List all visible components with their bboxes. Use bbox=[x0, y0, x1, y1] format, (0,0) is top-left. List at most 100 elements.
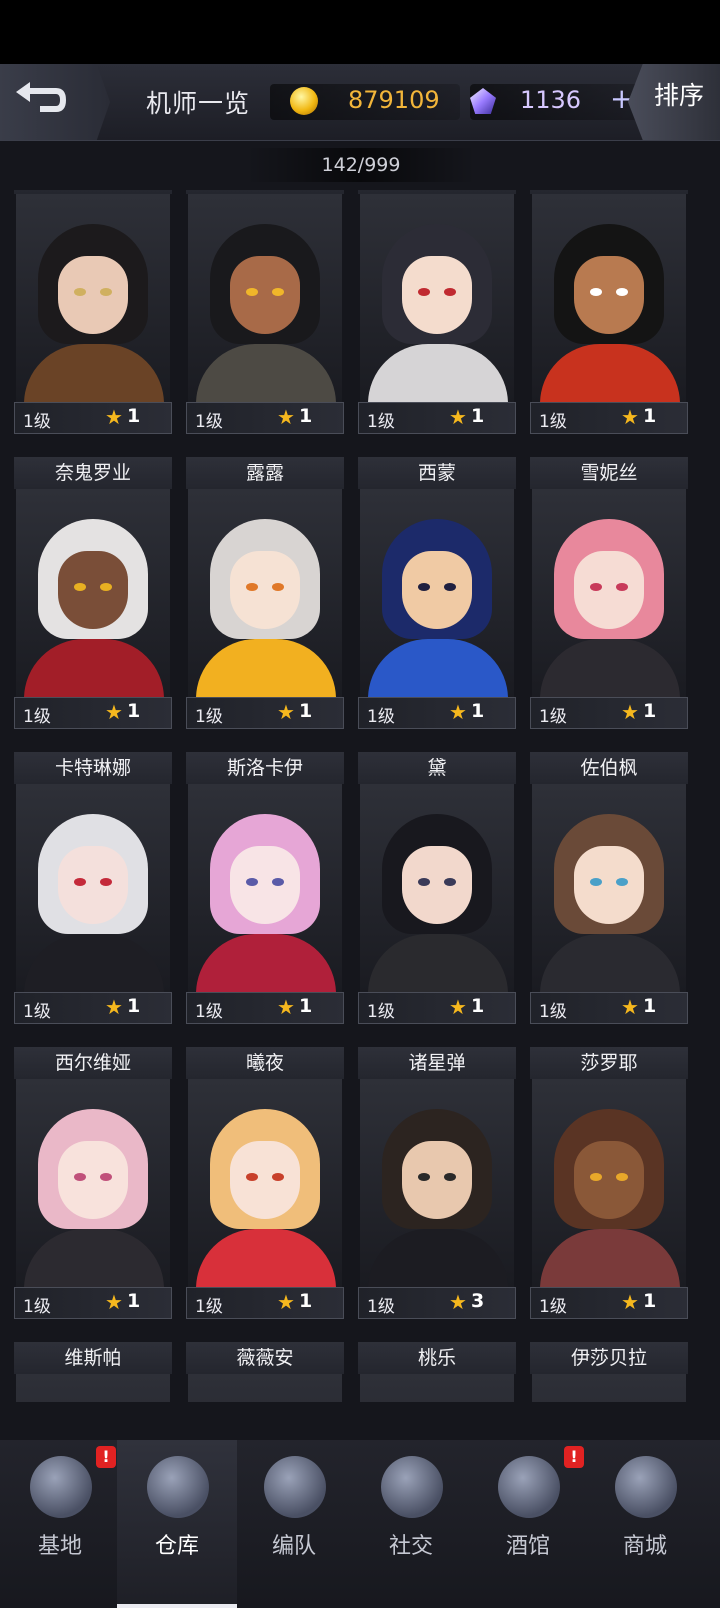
pilot-portrait bbox=[188, 1079, 342, 1287]
pilot-info-bar: 1级 ★ 1 bbox=[186, 992, 344, 1024]
pilot-card[interactable]: 伊莎贝拉 bbox=[530, 1342, 688, 1402]
pilot-card[interactable]: 诸星弹 1级 ★ 3 bbox=[358, 1047, 516, 1319]
pilot-level: 1级 bbox=[195, 1297, 223, 1317]
star-icon: ★ bbox=[449, 995, 467, 1019]
pilot-info-bar: 1级 ★ 1 bbox=[14, 402, 172, 434]
nav-formation[interactable]: 编队 bbox=[234, 1440, 354, 1608]
pilot-name: 薇薇安 bbox=[186, 1342, 344, 1374]
pilot-card[interactable]: 桃乐 bbox=[358, 1342, 516, 1402]
pilot-card[interactable]: 黛 1级 ★ 1 bbox=[358, 752, 516, 1024]
pilot-name: 雪妮丝 bbox=[530, 457, 688, 489]
pilot-name: 曦夜 bbox=[186, 1047, 344, 1079]
star-icon: ★ bbox=[277, 995, 295, 1019]
nav-label: 编队 bbox=[271, 1534, 316, 1559]
pilot-card[interactable]: 斯洛卡伊 1级 ★ 1 bbox=[186, 752, 344, 1024]
star-icon: ★ bbox=[449, 700, 467, 724]
pilot-portrait bbox=[532, 784, 686, 992]
pilot-name: 诸星弹 bbox=[358, 1047, 516, 1079]
nav-base[interactable]: 基地! bbox=[0, 1440, 120, 1608]
star-icon: ★ bbox=[621, 700, 639, 724]
notification-badge: ! bbox=[96, 1446, 116, 1468]
star-icon: ★ bbox=[449, 1290, 467, 1314]
pilot-star-count: 1 bbox=[299, 700, 313, 722]
pilot-card[interactable]: 薇薇安 bbox=[186, 1342, 344, 1402]
star-icon: ★ bbox=[449, 405, 467, 429]
pilot-card[interactable]: 奈鬼罗业 1级 ★ 1 bbox=[14, 457, 172, 729]
pilot-star-count: 1 bbox=[127, 405, 141, 427]
pilot-level: 1级 bbox=[195, 1002, 223, 1022]
handshake-icon bbox=[381, 1456, 443, 1518]
pilot-portrait bbox=[16, 1374, 170, 1402]
pilot-level: 1级 bbox=[23, 412, 51, 432]
star-icon: ★ bbox=[105, 995, 123, 1019]
sort-label: 排序 bbox=[654, 81, 705, 110]
pilot-card[interactable]: 曦夜 1级 ★ 1 bbox=[186, 1047, 344, 1319]
star-icon: ★ bbox=[105, 700, 123, 724]
pilot-card[interactable]: 维斯帕 bbox=[14, 1342, 172, 1402]
star-icon: ★ bbox=[621, 405, 639, 429]
pilot-portrait bbox=[188, 1374, 342, 1402]
nav-warehouse[interactable]: 仓库 bbox=[117, 1440, 237, 1608]
notification-badge: ! bbox=[564, 1446, 584, 1468]
pilot-card[interactable]: 西蒙 1级 ★ 1 bbox=[358, 457, 516, 729]
pilot-star-count: 1 bbox=[299, 1290, 313, 1312]
pilot-portrait bbox=[188, 489, 342, 697]
active-indicator bbox=[117, 1604, 237, 1608]
pilot-card[interactable]: 1级 ★ 1 bbox=[186, 190, 344, 434]
pilot-level: 1级 bbox=[367, 412, 395, 432]
nav-shop[interactable]: 商城 bbox=[585, 1440, 705, 1608]
pilot-grid: 1级 ★ 1 1级 ★ 1 1级 ★ 1 1级 ★ 1 奈鬼罗业 1级 ★ 1 露露 1级 ★ 1 西蒙 1级 ★ 1 雪妮丝 1… bbox=[14, 190, 706, 1402]
pilot-star-count: 1 bbox=[643, 1290, 657, 1312]
star-icon: ★ bbox=[621, 1290, 639, 1314]
star-icon: ★ bbox=[277, 405, 295, 429]
pilot-portrait bbox=[188, 194, 342, 402]
pilot-portrait bbox=[188, 784, 342, 992]
pilot-portrait bbox=[16, 1079, 170, 1287]
pilot-level: 1级 bbox=[539, 1297, 567, 1317]
pilot-portrait bbox=[16, 194, 170, 402]
pilot-star-count: 1 bbox=[471, 405, 485, 427]
pilot-card[interactable]: 卡特琳娜 1级 ★ 1 bbox=[14, 752, 172, 1024]
pilot-name: 黛 bbox=[358, 752, 516, 784]
pilot-name: 卡特琳娜 bbox=[14, 752, 172, 784]
pilot-level: 1级 bbox=[539, 1002, 567, 1022]
pilot-card[interactable]: 露露 1级 ★ 1 bbox=[186, 457, 344, 729]
pilot-portrait bbox=[532, 1079, 686, 1287]
sort-button[interactable]: 排序 bbox=[628, 64, 720, 140]
pilot-name: 西蒙 bbox=[358, 457, 516, 489]
pilot-star-count: 1 bbox=[127, 1290, 141, 1312]
pilot-name: 伊莎贝拉 bbox=[530, 1342, 688, 1374]
nav-label: 商城 bbox=[622, 1534, 667, 1559]
pilot-star-count: 1 bbox=[643, 700, 657, 722]
pilot-card[interactable]: 佐伯枫 1级 ★ 1 bbox=[530, 752, 688, 1024]
pilot-portrait bbox=[360, 784, 514, 992]
tavern-icon bbox=[498, 1456, 560, 1518]
pilot-name: 奈鬼罗业 bbox=[14, 457, 172, 489]
gold-coin-icon bbox=[290, 87, 318, 115]
pilot-info-bar: 1级 ★ 1 bbox=[530, 992, 688, 1024]
pilot-info-bar: 1级 ★ 1 bbox=[530, 1287, 688, 1319]
pilot-card[interactable]: 雪妮丝 1级 ★ 1 bbox=[530, 457, 688, 729]
pilot-level: 1级 bbox=[23, 707, 51, 727]
pilot-info-bar: 1级 ★ 1 bbox=[14, 697, 172, 729]
star-icon: ★ bbox=[105, 405, 123, 429]
pilot-level: 1级 bbox=[195, 707, 223, 727]
pilot-star-count: 1 bbox=[471, 995, 485, 1017]
pilot-star-count: 1 bbox=[471, 700, 485, 722]
pilot-card[interactable]: 1级 ★ 1 bbox=[14, 190, 172, 434]
gold-counter: 879109 bbox=[270, 84, 460, 120]
pilot-name: 桃乐 bbox=[358, 1342, 516, 1374]
back-button[interactable] bbox=[0, 64, 110, 140]
formation-icon bbox=[264, 1456, 326, 1518]
star-icon: ★ bbox=[277, 1290, 295, 1314]
pilot-card[interactable]: 1级 ★ 1 bbox=[358, 190, 516, 434]
pilot-level: 1级 bbox=[367, 1002, 395, 1022]
pilot-star-count: 1 bbox=[299, 995, 313, 1017]
pilot-level: 1级 bbox=[23, 1002, 51, 1022]
pilot-info-bar: 1级 ★ 3 bbox=[358, 1287, 516, 1319]
pilot-card[interactable]: 1级 ★ 1 bbox=[530, 190, 688, 434]
pilot-card[interactable]: 西尔维娅 1级 ★ 1 bbox=[14, 1047, 172, 1319]
nav-tavern[interactable]: 酒馆! bbox=[468, 1440, 588, 1608]
nav-handshake[interactable]: 社交 bbox=[351, 1440, 471, 1608]
pilot-card[interactable]: 莎罗耶 1级 ★ 1 bbox=[530, 1047, 688, 1319]
